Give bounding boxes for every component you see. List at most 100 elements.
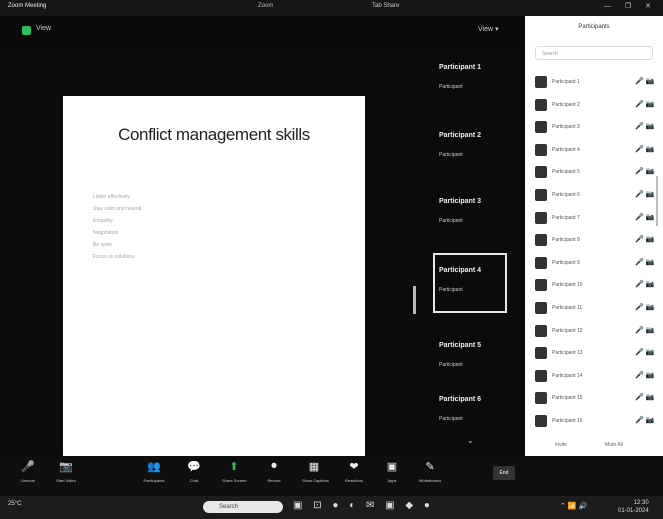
participant-row[interactable]: Participant 4 🎤 📷 (535, 143, 655, 158)
mic-camera-icons[interactable]: 🎤 📷 (635, 122, 654, 130)
tab-share-indicator[interactable]: Tab Share (372, 3, 399, 9)
mic-camera-icons[interactable]: 🎤 📷 (635, 348, 654, 356)
tile-name: Participant 4 (439, 267, 482, 274)
avatar (535, 166, 547, 179)
tile-name: Participant 5 (439, 342, 482, 349)
control-icon: ⬆ (229, 461, 239, 473)
control-participants-button[interactable]: 👥 Participants (142, 460, 166, 483)
slide-bullet: Focus on solutions (93, 254, 135, 260)
mic-camera-icons[interactable]: 🎤 📷 (635, 303, 654, 311)
tile-name: Participant 3 (439, 198, 482, 205)
participant-row[interactable]: Participant 10 🎤 📷 (535, 279, 655, 293)
participant-row[interactable]: Participant 8 🎤 📷 (535, 234, 655, 248)
avatar (535, 415, 547, 427)
gallery-scrollbar[interactable] (413, 286, 416, 314)
tile-name: Participant 6 (439, 396, 482, 403)
clock[interactable]: 12:30 01-01-2024 (618, 499, 649, 515)
participant-row[interactable]: Participant 14 🎤 📷 (535, 369, 655, 384)
participant-name: Participant 13 (552, 350, 583, 357)
control-label: Chat (189, 478, 199, 483)
avatar (535, 279, 547, 292)
control-label: Record (267, 478, 281, 483)
participant-name: Participant 16 (552, 418, 583, 424)
participant-row[interactable]: Participant 15 🎤 📷 (535, 392, 655, 406)
participant-name: Participant 11 (552, 305, 583, 311)
control-reactions-button[interactable]: ❤ Reactions (342, 460, 366, 483)
avatar (535, 302, 547, 314)
participant-name: Participant 1 (552, 79, 580, 85)
participant-row[interactable]: Participant 9 🎤 📷 (535, 256, 655, 271)
shield-icon[interactable] (22, 26, 31, 35)
control-share-screen-button[interactable]: ⬆ Share Screen (222, 460, 246, 483)
view-button[interactable]: View ▾ (478, 25, 499, 33)
participant-row[interactable]: Participant 3 🎤 📷 (535, 121, 655, 135)
slide-title: Conflict management skills (118, 125, 310, 144)
participant-row[interactable]: Participant 12 🎤 📷 (535, 324, 655, 339)
mic-camera-icons[interactable]: 🎤 📷 (635, 77, 654, 85)
video-tile[interactable]: Participant 6 Participant (435, 384, 521, 440)
control-whiteboards-button[interactable]: ✎ Whiteboards (418, 460, 442, 483)
control-icon: ▦ (308, 461, 320, 473)
participant-name: Participant 8 (552, 237, 580, 244)
slide-bullet: Negotiation (93, 230, 119, 236)
mic-camera-icons[interactable]: 🎤 📷 (635, 190, 654, 198)
mic-camera-icons[interactable]: 🎤 📷 (635, 235, 654, 243)
control-start-video-button[interactable]: 📷 Start Video (54, 460, 78, 483)
system-tray[interactable]: ⌃ 📶 🔊 (560, 502, 587, 510)
participant-name: Participant 7 (552, 214, 580, 221)
participant-row[interactable]: Participant 16 🎤 📷 (535, 415, 655, 429)
taskbar-apps[interactable]: ▣ ⊡ ● ◐ ✉ ▣ ◆ ● (293, 500, 434, 511)
participant-row[interactable]: Participant 6 🎤 📷 (535, 189, 655, 203)
mic-camera-icons[interactable]: 🎤 📷 (635, 145, 654, 153)
control-icon: ▣ (386, 461, 398, 473)
shared-slide: Conflict management skills Listen effect… (63, 96, 365, 464)
avatar (535, 211, 547, 224)
panel-scrollbar[interactable] (656, 176, 658, 226)
tile-name: Participant 1 (439, 64, 482, 71)
control-apps-button[interactable]: ▣ Apps (380, 460, 404, 483)
panel-title: Participants (578, 24, 610, 30)
participant-row[interactable]: Participant 5 🎤 📷 (535, 166, 655, 180)
taskbar-search-input[interactable]: Search (203, 501, 283, 513)
mic-camera-icons[interactable]: 🎤 📷 (635, 258, 654, 266)
participant-row[interactable]: Participant 1 🎤 📷 (535, 76, 655, 90)
video-tile[interactable]: Participant 2 Participant (435, 120, 521, 176)
mic-camera-icons[interactable]: 🎤 📷 (635, 416, 654, 424)
tile-sub: Participant (439, 362, 463, 368)
control-icon: ⏺ (271, 460, 277, 472)
scroll-down-icon[interactable]: ⌄ (467, 436, 474, 445)
mic-camera-icons[interactable]: 🎤 📷 (635, 167, 654, 175)
invite-button[interactable]: Invite (555, 442, 567, 448)
mic-camera-icons[interactable]: 🎤 📷 (635, 213, 654, 221)
mute-all-button[interactable]: Mute All (605, 442, 623, 448)
participant-row[interactable]: Participant 13 🎤 📷 (535, 347, 655, 361)
video-tile-selected[interactable]: Participant 4 Participant (433, 253, 507, 313)
control-show-captions-button[interactable]: ▦ Show Captions (302, 460, 329, 483)
participant-search-input[interactable]: Search (535, 46, 653, 60)
participant-row[interactable]: Participant 11 🎤 📷 (535, 302, 655, 316)
control-chat-button[interactable]: 💬 Chat (182, 460, 206, 483)
control-label: Apps (387, 478, 397, 483)
end-button[interactable]: End (493, 466, 515, 480)
mic-camera-icons[interactable]: 🎤 📷 (635, 326, 654, 334)
clock-date: 01-01-2024 (618, 508, 649, 514)
participant-row[interactable]: Participant 2 🎤 📷 (535, 98, 655, 113)
participant-name: Participant 12 (552, 327, 583, 334)
mic-camera-icons[interactable]: 🎤 📷 (635, 280, 654, 288)
mic-camera-icons[interactable]: 🎤 📷 (635, 371, 654, 379)
participant-row[interactable]: Participant 7 🎤 📷 (535, 211, 655, 226)
video-tile[interactable]: Participant 1 Participant (435, 52, 521, 108)
mic-camera-icons[interactable]: 🎤 📷 (635, 100, 654, 108)
control-unmute-button[interactable]: 🎤 Unmute (16, 460, 40, 483)
avatar (535, 98, 547, 111)
window-controls[interactable]: — ❐ ✕ (604, 2, 657, 10)
video-tile[interactable]: Participant 3 Participant (435, 186, 521, 242)
tile-name: Participant 2 (439, 132, 482, 139)
mic-camera-icons[interactable]: 🎤 📷 (635, 393, 654, 401)
video-tile[interactable]: Participant 5 Participant (435, 330, 521, 386)
participants-panel: Participants Search Participant 1 🎤 📷 Part… (525, 16, 663, 456)
tile-sub: Participant (439, 218, 463, 224)
weather-widget[interactable]: 25°C (8, 501, 21, 507)
control-record-button[interactable]: ⏺ Record (262, 460, 286, 483)
avatar (535, 143, 547, 156)
